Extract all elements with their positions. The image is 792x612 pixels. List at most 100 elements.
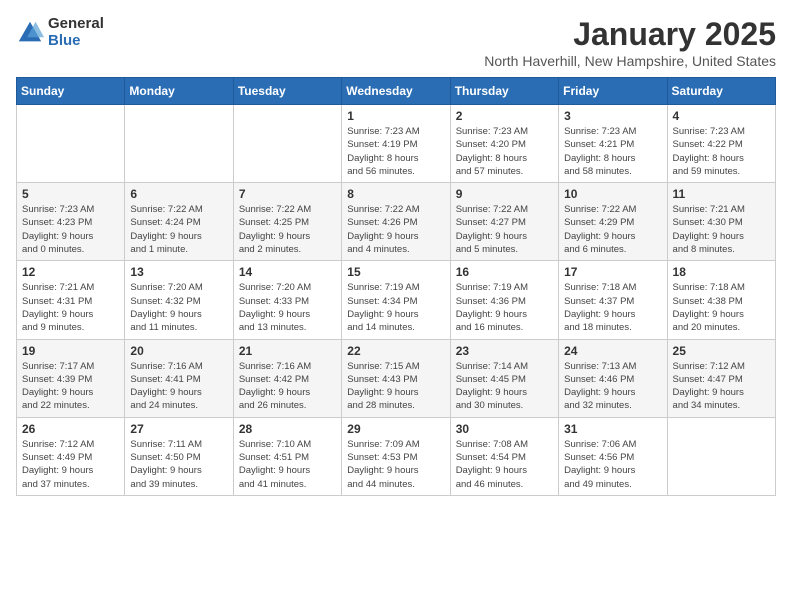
- day-info: Sunrise: 7:21 AM Sunset: 4:31 PM Dayligh…: [22, 281, 119, 334]
- day-info: Sunrise: 7:20 AM Sunset: 4:33 PM Dayligh…: [239, 281, 336, 334]
- calendar-cell: 17 Sunrise: 7:18 AM Sunset: 4:37 PM Dayli…: [559, 261, 667, 339]
- calendar-cell: [17, 105, 125, 183]
- day-number: 11: [673, 187, 770, 201]
- month-title: January 2025: [484, 16, 776, 53]
- day-number: 4: [673, 109, 770, 123]
- day-info: Sunrise: 7:22 AM Sunset: 4:25 PM Dayligh…: [239, 203, 336, 256]
- calendar-cell: 6 Sunrise: 7:22 AM Sunset: 4:24 PM Daylig…: [125, 183, 233, 261]
- day-number: 24: [564, 344, 661, 358]
- calendar-cell: 5 Sunrise: 7:23 AM Sunset: 4:23 PM Daylig…: [17, 183, 125, 261]
- day-number: 15: [347, 265, 444, 279]
- day-info: Sunrise: 7:11 AM Sunset: 4:50 PM Dayligh…: [130, 438, 227, 491]
- calendar-cell: 19 Sunrise: 7:17 AM Sunset: 4:39 PM Dayli…: [17, 339, 125, 417]
- day-number: 22: [347, 344, 444, 358]
- day-number: 31: [564, 422, 661, 436]
- calendar-cell: 31Sunrise: 7:06 AM Sunset: 4:56 PM Dayli…: [559, 417, 667, 495]
- day-info: Sunrise: 7:22 AM Sunset: 4:24 PM Dayligh…: [130, 203, 227, 256]
- day-info: Sunrise: 7:22 AM Sunset: 4:26 PM Dayligh…: [347, 203, 444, 256]
- day-info: Sunrise: 7:23 AM Sunset: 4:23 PM Dayligh…: [22, 203, 119, 256]
- day-number: 5: [22, 187, 119, 201]
- calendar-cell: [233, 105, 341, 183]
- calendar-cell: 28 Sunrise: 7:10 AM Sunset: 4:51 PM Dayli…: [233, 417, 341, 495]
- day-info: Sunrise: 7:19 AM Sunset: 4:36 PM Dayligh…: [456, 281, 553, 334]
- logo-general-text: General: [48, 16, 104, 33]
- calendar-cell: 18Sunrise: 7:18 AM Sunset: 4:38 PM Dayli…: [667, 261, 775, 339]
- calendar-cell: 11 Sunrise: 7:21 AM Sunset: 4:30 PM Dayli…: [667, 183, 775, 261]
- calendar-cell: 16 Sunrise: 7:19 AM Sunset: 4:36 PM Dayli…: [450, 261, 558, 339]
- calendar-cell: 23 Sunrise: 7:14 AM Sunset: 4:45 PM Dayli…: [450, 339, 558, 417]
- day-info: Sunrise: 7:23 AM Sunset: 4:21 PM Dayligh…: [564, 125, 661, 178]
- calendar-cell: 29 Sunrise: 7:09 AM Sunset: 4:53 PM Dayli…: [342, 417, 450, 495]
- day-info: Sunrise: 7:12 AM Sunset: 4:47 PM Dayligh…: [673, 360, 770, 413]
- weekday-header-thursday: Thursday: [450, 78, 558, 105]
- weekday-header-row: SundayMondayTuesdayWednesdayThursdayFrid…: [17, 78, 776, 105]
- day-number: 6: [130, 187, 227, 201]
- day-number: 2: [456, 109, 553, 123]
- calendar-cell: 25 Sunrise: 7:12 AM Sunset: 4:47 PM Dayli…: [667, 339, 775, 417]
- day-number: 14: [239, 265, 336, 279]
- calendar-cell: 2Sunrise: 7:23 AM Sunset: 4:20 PM Daylig…: [450, 105, 558, 183]
- calendar-cell: 14 Sunrise: 7:20 AM Sunset: 4:33 PM Dayli…: [233, 261, 341, 339]
- day-number: 12: [22, 265, 119, 279]
- day-number: 29: [347, 422, 444, 436]
- weekday-header-wednesday: Wednesday: [342, 78, 450, 105]
- location-subtitle: North Haverhill, New Hampshire, United S…: [484, 53, 776, 69]
- calendar-cell: 1Sunrise: 7:23 AM Sunset: 4:19 PM Daylig…: [342, 105, 450, 183]
- day-number: 19: [22, 344, 119, 358]
- weekday-header-tuesday: Tuesday: [233, 78, 341, 105]
- day-number: 25: [673, 344, 770, 358]
- day-number: 18: [673, 265, 770, 279]
- day-number: 9: [456, 187, 553, 201]
- calendar-cell: [125, 105, 233, 183]
- day-number: 30: [456, 422, 553, 436]
- day-number: 27: [130, 422, 227, 436]
- day-number: 7: [239, 187, 336, 201]
- calendar-cell: [667, 417, 775, 495]
- day-info: Sunrise: 7:18 AM Sunset: 4:37 PM Dayligh…: [564, 281, 661, 334]
- day-info: Sunrise: 7:20 AM Sunset: 4:32 PM Dayligh…: [130, 281, 227, 334]
- day-number: 17: [564, 265, 661, 279]
- day-info: Sunrise: 7:21 AM Sunset: 4:30 PM Dayligh…: [673, 203, 770, 256]
- day-info: Sunrise: 7:10 AM Sunset: 4:51 PM Dayligh…: [239, 438, 336, 491]
- day-info: Sunrise: 7:17 AM Sunset: 4:39 PM Dayligh…: [22, 360, 119, 413]
- calendar-cell: 27 Sunrise: 7:11 AM Sunset: 4:50 PM Dayli…: [125, 417, 233, 495]
- day-number: 16: [456, 265, 553, 279]
- day-number: 28: [239, 422, 336, 436]
- logo-blue-text: Blue: [48, 33, 104, 50]
- calendar-cell: 10 Sunrise: 7:22 AM Sunset: 4:29 PM Dayli…: [559, 183, 667, 261]
- logo: General Blue: [16, 16, 104, 49]
- day-info: Sunrise: 7:09 AM Sunset: 4:53 PM Dayligh…: [347, 438, 444, 491]
- day-info: Sunrise: 7:19 AM Sunset: 4:34 PM Dayligh…: [347, 281, 444, 334]
- calendar-cell: 4 Sunrise: 7:23 AM Sunset: 4:22 PM Daylig…: [667, 105, 775, 183]
- page-header: General Blue January 2025 North Haverhil…: [16, 16, 776, 69]
- calendar-week-row: 1Sunrise: 7:23 AM Sunset: 4:19 PM Daylig…: [17, 105, 776, 183]
- day-info: Sunrise: 7:22 AM Sunset: 4:27 PM Dayligh…: [456, 203, 553, 256]
- day-number: 21: [239, 344, 336, 358]
- day-number: 23: [456, 344, 553, 358]
- day-number: 26: [22, 422, 119, 436]
- weekday-header-monday: Monday: [125, 78, 233, 105]
- calendar-cell: 22 Sunrise: 7:15 AM Sunset: 4:43 PM Dayli…: [342, 339, 450, 417]
- day-info: Sunrise: 7:22 AM Sunset: 4:29 PM Dayligh…: [564, 203, 661, 256]
- day-number: 3: [564, 109, 661, 123]
- calendar-cell: 26Sunrise: 7:12 AM Sunset: 4:49 PM Dayli…: [17, 417, 125, 495]
- calendar-cell: 24 Sunrise: 7:13 AM Sunset: 4:46 PM Dayli…: [559, 339, 667, 417]
- logo-icon: [16, 19, 44, 47]
- day-info: Sunrise: 7:13 AM Sunset: 4:46 PM Dayligh…: [564, 360, 661, 413]
- day-number: 13: [130, 265, 227, 279]
- calendar-cell: 15 Sunrise: 7:19 AM Sunset: 4:34 PM Dayli…: [342, 261, 450, 339]
- calendar-cell: 7 Sunrise: 7:22 AM Sunset: 4:25 PM Daylig…: [233, 183, 341, 261]
- calendar-week-row: 12 Sunrise: 7:21 AM Sunset: 4:31 PM Dayli…: [17, 261, 776, 339]
- weekday-header-sunday: Sunday: [17, 78, 125, 105]
- day-number: 20: [130, 344, 227, 358]
- logo-text: General Blue: [48, 16, 104, 49]
- day-info: Sunrise: 7:14 AM Sunset: 4:45 PM Dayligh…: [456, 360, 553, 413]
- calendar-cell: 12 Sunrise: 7:21 AM Sunset: 4:31 PM Dayli…: [17, 261, 125, 339]
- calendar-cell: 30Sunrise: 7:08 AM Sunset: 4:54 PM Dayli…: [450, 417, 558, 495]
- day-number: 10: [564, 187, 661, 201]
- calendar-table: SundayMondayTuesdayWednesdayThursdayFrid…: [16, 77, 776, 496]
- day-info: Sunrise: 7:23 AM Sunset: 4:19 PM Dayligh…: [347, 125, 444, 178]
- day-info: Sunrise: 7:23 AM Sunset: 4:22 PM Dayligh…: [673, 125, 770, 178]
- day-info: Sunrise: 7:15 AM Sunset: 4:43 PM Dayligh…: [347, 360, 444, 413]
- weekday-header-saturday: Saturday: [667, 78, 775, 105]
